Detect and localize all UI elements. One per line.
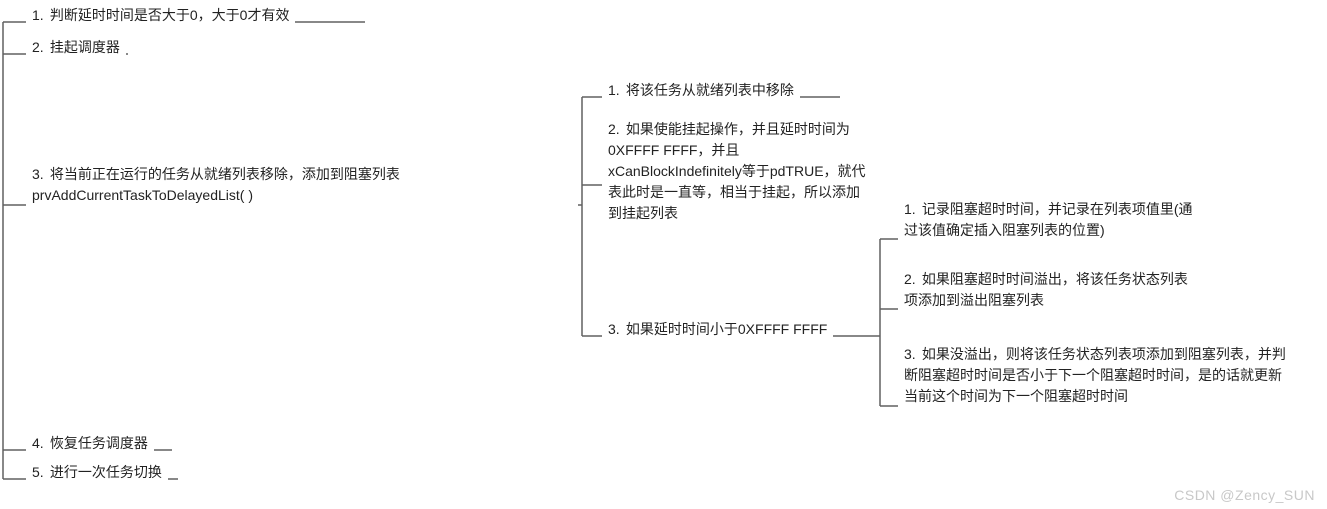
node-number: 4. [32,433,46,454]
node-text: 恢复任务调度器 [50,435,148,451]
node-number: 1. [32,5,46,26]
node-text: 将该任务从就绪列表中移除 [626,82,794,98]
outline-node: 4. 恢复任务调度器 [26,429,154,458]
outline-node: 2. 挂起调度器 [26,33,126,62]
node-text: 判断延时时间是否大于0，大于0才有效 [50,7,290,23]
outline-node: 3. 将当前正在运行的任务从就绪列表移除，添加到阻塞列表prvAddCurren… [26,160,578,210]
node-number: 1. [608,80,622,101]
node-number: 3. [904,344,918,365]
node-text: 挂起调度器 [50,39,120,55]
watermark: CSDN @Zency_SUN [1174,487,1315,503]
node-text: 进行一次任务切换 [50,464,162,480]
outline-node: 3. 如果没溢出，则将该任务状态列表项添加到阻塞列表，并判断阻塞超时时间是否小于… [898,340,1300,411]
outline-node: 1. 将该任务从就绪列表中移除 [602,76,800,105]
node-number: 2. [608,119,622,140]
node-text: 如果阻塞超时时间溢出，将该任务状态列表项添加到溢出阻塞列表 [904,271,1188,308]
node-text: 记录阻塞超时时间，并记录在列表项值里(通过该值确定插入阻塞列表的位置) [904,201,1193,238]
outline-node: 1. 记录阻塞超时时间，并记录在列表项值里(通过该值确定插入阻塞列表的位置) [898,195,1208,245]
node-number: 5. [32,462,46,483]
node-number: 3. [32,164,46,185]
outline-node: 1. 判断延时时间是否大于0，大于0才有效 [26,1,295,30]
node-number: 2. [904,269,918,290]
node-text: 如果延时时间小于0XFFFF FFFF [626,321,827,337]
node-text: 如果没溢出，则将该任务状态列表项添加到阻塞列表，并判断阻塞超时时间是否小于下一个… [904,346,1286,404]
node-text: 如果使能挂起操作，并且延时时间为0XFFFF FFFF，并且xCanBlockI… [608,121,866,221]
node-number: 3. [608,319,622,340]
node-text: 将当前正在运行的任务从就绪列表移除，添加到阻塞列表prvAddCurrentTa… [32,166,400,203]
outline-node: 5. 进行一次任务切换 [26,458,168,487]
outline-node: 2. 如果使能挂起操作，并且延时时间为0XFFFF FFFF，并且xCanBlo… [602,115,878,228]
node-number: 2. [32,37,46,58]
outline-node: 2. 如果阻塞超时时间溢出，将该任务状态列表项添加到溢出阻塞列表 [898,265,1198,315]
node-number: 1. [904,199,918,220]
outline-node: 3. 如果延时时间小于0XFFFF FFFF [602,315,833,344]
